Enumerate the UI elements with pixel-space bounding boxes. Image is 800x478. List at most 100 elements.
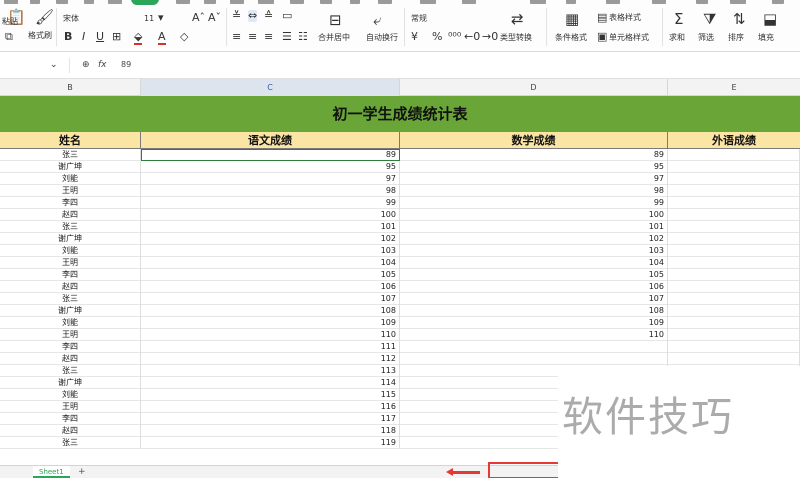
cell-math-score[interactable]: 106 — [400, 281, 668, 293]
thousands-icon[interactable]: ⁰⁰⁰ — [448, 31, 461, 43]
text-direction-icon[interactable]: ▭ — [282, 10, 292, 22]
cell-math-score[interactable]: 108 — [400, 305, 668, 317]
cell-math-score[interactable]: 104 — [400, 257, 668, 269]
cell-name[interactable]: 谢广坤 — [0, 161, 141, 173]
cell-chinese-score[interactable]: 103 — [141, 245, 400, 257]
bold-icon[interactable]: B — [64, 31, 72, 43]
sheet-title-cell[interactable]: 初一学生成绩统计表 — [0, 96, 800, 132]
cell-math-score[interactable]: 105 — [400, 269, 668, 281]
cell-chinese-score[interactable]: 113 — [141, 365, 400, 377]
cell-name[interactable]: 张三 — [0, 437, 141, 449]
cell-name[interactable]: 李四 — [0, 413, 141, 425]
merge-center-button[interactable]: 合并居中 — [318, 33, 350, 43]
cell-name[interactable]: 张三 — [0, 221, 141, 233]
cell-english-score[interactable] — [668, 281, 800, 293]
column-header-e[interactable]: E — [668, 79, 800, 96]
cell-chinese-score[interactable]: 89 — [141, 149, 400, 161]
wrap-text-icon[interactable]: ⤶ — [373, 12, 381, 28]
cell-chinese-score[interactable]: 114 — [141, 377, 400, 389]
format-painter-button[interactable]: 格式刷 — [28, 31, 52, 41]
cell-name[interactable]: 李四 — [0, 269, 141, 281]
cell-english-score[interactable] — [668, 161, 800, 173]
header-english[interactable]: 外语成绩 — [668, 132, 800, 149]
cell-chinese-score[interactable]: 118 — [141, 425, 400, 437]
align-right-icon[interactable]: ≡ — [264, 31, 273, 43]
cell-chinese-score[interactable]: 116 — [141, 401, 400, 413]
format-painter-icon[interactable]: 🖌 — [35, 9, 54, 25]
cell-english-score[interactable] — [668, 269, 800, 281]
cell-style-button[interactable]: 单元格样式 — [609, 33, 649, 43]
cell-name[interactable]: 赵四 — [0, 281, 141, 293]
filter-icon[interactable]: ⧩ — [703, 11, 716, 27]
font-size-select[interactable]: 11 — [144, 14, 154, 24]
cell-chinese-score[interactable]: 104 — [141, 257, 400, 269]
cell-name[interactable]: 赵四 — [0, 209, 141, 221]
type-convert-button[interactable]: 类型转换 — [500, 33, 532, 43]
cell-name[interactable]: 谢广坤 — [0, 233, 141, 245]
cell-math-score[interactable]: 103 — [400, 245, 668, 257]
cell-english-score[interactable] — [668, 173, 800, 185]
cell-name[interactable]: 王明 — [0, 329, 141, 341]
table-style-icon[interactable]: ▤ — [597, 12, 607, 24]
cell-name[interactable]: 刘能 — [0, 245, 141, 257]
cell-name[interactable]: 张三 — [0, 149, 141, 161]
sum-icon[interactable]: Σ — [674, 11, 683, 27]
cell-name[interactable]: 谢广坤 — [0, 305, 141, 317]
align-bottom-icon[interactable]: ≙ — [264, 10, 273, 22]
convert-icon[interactable]: ⇄ — [511, 11, 524, 27]
merge-icon[interactable]: ⊟ — [329, 12, 342, 28]
wrap-text-button[interactable]: 自动换行 — [366, 33, 398, 43]
chevron-down-icon[interactable]: ⌄ — [50, 59, 58, 71]
cell-name[interactable]: 李四 — [0, 341, 141, 353]
cell-math-score[interactable] — [400, 341, 668, 353]
cell-english-score[interactable] — [668, 221, 800, 233]
column-header-c[interactable]: C — [141, 79, 400, 96]
horizontal-scrollbar-highlight[interactable] — [488, 462, 560, 478]
cell-chinese-score[interactable]: 110 — [141, 329, 400, 341]
sort-button[interactable]: 排序 — [728, 33, 744, 43]
increase-decimal-icon[interactable]: ←0 — [464, 31, 480, 43]
cell-chinese-score[interactable]: 115 — [141, 389, 400, 401]
align-top-icon[interactable]: ≚ — [232, 10, 241, 22]
cell-name[interactable]: 赵四 — [0, 353, 141, 365]
cell-math-score[interactable]: 98 — [400, 185, 668, 197]
column-header-b[interactable]: B — [0, 79, 141, 96]
cell-english-score[interactable] — [668, 149, 800, 161]
cell-name[interactable]: 赵四 — [0, 425, 141, 437]
font-name-select[interactable]: 宋体 — [63, 14, 79, 24]
cell-math-score[interactable]: 107 — [400, 293, 668, 305]
font-grow-icon[interactable]: Aˆ — [192, 12, 205, 24]
cell-chinese-score[interactable]: 100 — [141, 209, 400, 221]
decrease-decimal-icon[interactable]: →0 — [482, 31, 498, 43]
chevron-down-icon[interactable]: ▾ — [158, 12, 164, 24]
cell-english-score[interactable] — [668, 257, 800, 269]
cell-math-score[interactable]: 89 — [400, 149, 668, 161]
fill-button[interactable]: 填充 — [758, 33, 774, 43]
font-shrink-icon[interactable]: Aˇ — [208, 12, 221, 24]
cell-english-score[interactable] — [668, 353, 800, 365]
cell-chinese-score[interactable]: 112 — [141, 353, 400, 365]
currency-icon[interactable]: ¥ — [411, 31, 418, 43]
cell-chinese-score[interactable]: 101 — [141, 221, 400, 233]
conditional-format-icon[interactable]: ▦ — [565, 11, 579, 27]
column-header-d[interactable]: D — [400, 79, 668, 96]
cell-math-score[interactable]: 99 — [400, 197, 668, 209]
cell-chinese-score[interactable]: 98 — [141, 185, 400, 197]
cell-name[interactable]: 刘能 — [0, 317, 141, 329]
cell-name[interactable]: 王明 — [0, 401, 141, 413]
border-icon[interactable]: ⊞ — [112, 31, 121, 43]
table-style-button[interactable]: 表格样式 — [609, 13, 641, 23]
number-format-select[interactable]: 常规 — [411, 14, 427, 24]
cell-chinese-score[interactable]: 111 — [141, 341, 400, 353]
filter-button[interactable]: 筛选 — [698, 33, 714, 43]
cell-chinese-score[interactable]: 119 — [141, 437, 400, 449]
font-color-icon[interactable]: A — [158, 30, 166, 45]
cell-chinese-score[interactable]: 102 — [141, 233, 400, 245]
cell-english-score[interactable] — [668, 233, 800, 245]
cell-math-score[interactable]: 97 — [400, 173, 668, 185]
name-box[interactable] — [0, 58, 70, 73]
paste-button[interactable]: 粘贴 — [2, 17, 18, 27]
cell-chinese-score[interactable]: 95 — [141, 161, 400, 173]
align-center-icon[interactable]: ≡ — [248, 31, 257, 43]
cell-name[interactable]: 王明 — [0, 185, 141, 197]
